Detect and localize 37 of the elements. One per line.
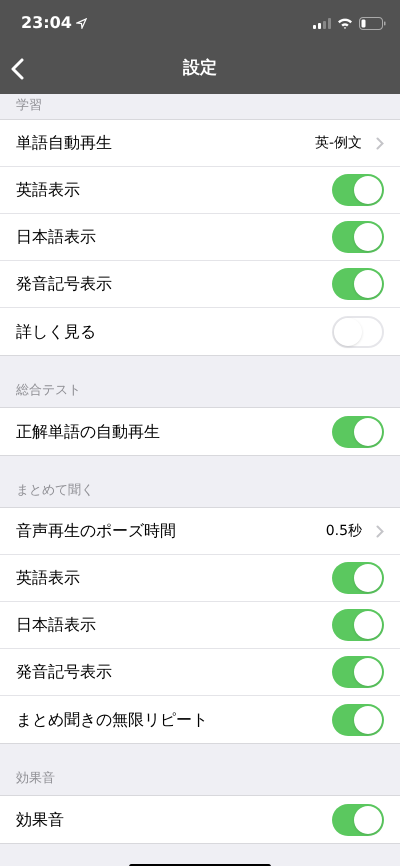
chevron-icon	[376, 524, 384, 538]
battery-icon	[359, 16, 386, 30]
toggle-switch[interactable]	[332, 562, 384, 594]
section-header: 学習	[16, 96, 42, 114]
toggle-switch[interactable]	[332, 174, 384, 206]
setting-label: 英語表示	[16, 567, 80, 589]
toggle-switch[interactable]	[332, 268, 384, 300]
setting-value[interactable]: 英-例文	[314, 132, 362, 154]
toggle-switch[interactable]	[332, 656, 384, 688]
setting-label: 発音記号表示	[16, 273, 112, 295]
setting-label: 効果音	[16, 808, 64, 830]
toggle-switch[interactable]	[332, 221, 384, 253]
setting-label: まとめ聞きの無限リピート	[16, 708, 208, 730]
section-header: 総合テスト	[16, 382, 81, 400]
setting-label: 英語表示	[16, 179, 80, 201]
wifi-icon	[337, 17, 353, 29]
setting-label: 単語自動再生	[16, 132, 112, 154]
nav-title: 設定	[183, 57, 217, 80]
back-icon[interactable]	[11, 58, 24, 80]
setting-label: 日本語表示	[16, 226, 96, 248]
toggle-switch[interactable]	[332, 609, 384, 641]
status-time: 23:04	[21, 12, 72, 34]
setting-value[interactable]: 0.5秒	[326, 520, 362, 542]
setting-label: 日本語表示	[16, 614, 96, 636]
chevron-icon	[376, 136, 384, 150]
toggle-switch[interactable]	[332, 804, 384, 836]
setting-label: 発音記号表示	[16, 661, 112, 683]
section-header: まとめて聞く	[16, 482, 94, 500]
signal-icon	[313, 18, 331, 28]
setting-label: 正解単語の自動再生	[16, 420, 160, 442]
location-arrow-icon	[76, 18, 87, 28]
setting-label: 音声再生のポーズ時間	[16, 520, 176, 542]
section-header: 効果音	[16, 770, 55, 788]
toggle-switch[interactable]	[332, 416, 384, 448]
toggle-switch[interactable]	[332, 316, 384, 348]
toggle-switch[interactable]	[332, 704, 384, 736]
setting-label: 詳しく見る	[16, 320, 96, 342]
